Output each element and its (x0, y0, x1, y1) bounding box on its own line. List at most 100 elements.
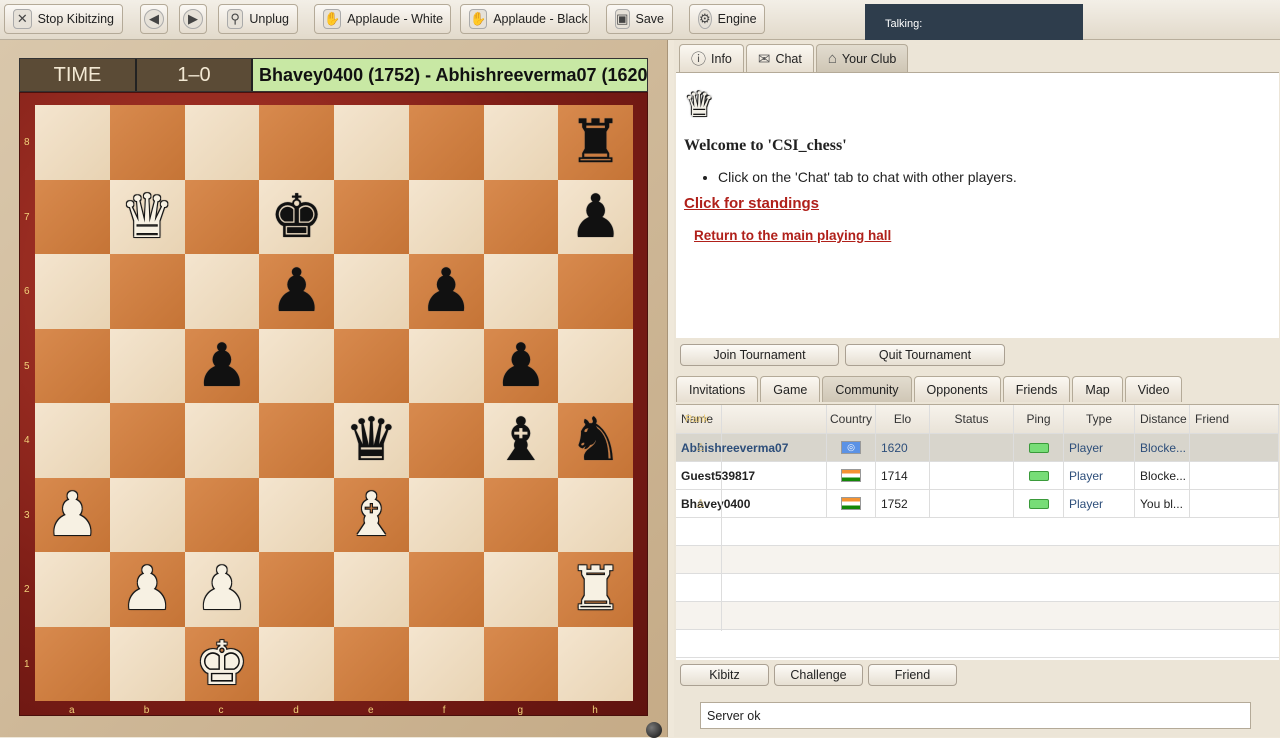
square-a3[interactable]: ♟ (35, 477, 110, 552)
square-f8[interactable] (408, 105, 484, 180)
tab-map[interactable]: Map (1072, 376, 1123, 402)
tab-opponents[interactable]: Opponents (913, 376, 1001, 402)
square-f3[interactable] (408, 477, 484, 552)
square-c7[interactable] (184, 179, 260, 254)
standings-link[interactable]: Click for standings (684, 195, 1271, 212)
square-g1[interactable] (483, 626, 559, 701)
square-b8[interactable] (109, 105, 185, 180)
tab-game[interactable]: Game (760, 376, 821, 402)
square-a7[interactable] (35, 179, 110, 254)
black-piece-h8[interactable]: ♜ (569, 112, 623, 172)
return-main-hall-link[interactable]: Return to the main playing hall (694, 228, 1271, 243)
square-a4[interactable] (35, 403, 110, 478)
col-type[interactable]: Type (1064, 405, 1135, 433)
square-d4[interactable] (259, 403, 334, 478)
square-b5[interactable] (109, 328, 185, 403)
save-button[interactable]: ▣ Save (606, 4, 673, 34)
black-piece-c5[interactable]: ♟ (195, 336, 249, 396)
square-e2[interactable] (334, 552, 409, 627)
applaude-white-button[interactable]: ✋ Applaude - White (314, 4, 451, 34)
square-d2[interactable] (259, 552, 334, 627)
table-row[interactable]: ♙ Abhishreeverma07 ◎ 1620 Player Blocke.… (676, 405, 1279, 575)
white-piece-a3[interactable]: ♟ (45, 485, 99, 545)
square-c8[interactable] (184, 105, 260, 180)
square-c6[interactable] (184, 254, 260, 329)
square-h6[interactable] (558, 254, 633, 329)
board-resize-knob[interactable] (646, 722, 662, 738)
square-e6[interactable] (334, 254, 409, 329)
square-f5[interactable] (408, 328, 484, 403)
black-piece-g5[interactable]: ♟ (494, 336, 548, 396)
tab-info[interactable]: ⓘ Info (679, 44, 744, 72)
friend-button[interactable]: Friend (868, 664, 957, 686)
square-c5[interactable]: ♟ (184, 328, 260, 403)
square-a8[interactable] (35, 105, 110, 180)
square-c2[interactable]: ♟ (184, 552, 260, 627)
forward-button[interactable]: ▶ (179, 4, 207, 34)
col-ping[interactable]: Ping (1014, 405, 1064, 433)
square-a5[interactable] (35, 328, 110, 403)
square-b3[interactable] (109, 477, 185, 552)
black-piece-d7[interactable]: ♚ (270, 187, 324, 247)
tab-your-club[interactable]: ⌂ Your Club (815, 44, 909, 72)
engine-button[interactable]: ⚙ Engine (689, 4, 765, 34)
square-e7[interactable] (334, 179, 409, 254)
square-d7[interactable]: ♚ (259, 179, 334, 254)
table-row[interactable]: Guest539817 1714 Player Blocke... (676, 405, 1279, 603)
col-elo[interactable]: Elo (876, 405, 930, 433)
square-d6[interactable]: ♟ (259, 254, 334, 329)
square-g4[interactable]: ♝ (483, 403, 559, 478)
square-a6[interactable] (35, 254, 110, 329)
square-c4[interactable] (184, 403, 260, 478)
stop-kibitzing-button[interactable]: ✕ Stop Kibitzing (4, 4, 123, 34)
square-g2[interactable] (483, 552, 559, 627)
black-piece-e4[interactable]: ♛ (344, 410, 398, 470)
square-h1[interactable] (558, 626, 633, 701)
chess-board[interactable]: ♜ ♛ ♚ ♟ ♟ ♟ ♟ ♟ ♛ ♝ ♞ ♟ ♝ ♟ ♟ ♜ ♚ (35, 105, 633, 701)
square-f4[interactable] (408, 403, 484, 478)
black-piece-h7[interactable]: ♟ (569, 187, 623, 247)
square-g5[interactable]: ♟ (483, 328, 559, 403)
back-button[interactable]: ◀ (140, 4, 168, 34)
square-g6[interactable] (483, 254, 559, 329)
applaude-black-button[interactable]: ✋ Applaude - Black (460, 4, 590, 34)
square-b4[interactable] (109, 403, 185, 478)
square-h8[interactable]: ♜ (558, 105, 633, 180)
square-h5[interactable] (558, 328, 633, 403)
square-h4[interactable]: ♞ (558, 403, 633, 478)
square-e5[interactable] (334, 328, 409, 403)
square-f6[interactable]: ♟ (408, 254, 484, 329)
square-f2[interactable] (408, 552, 484, 627)
square-e3[interactable]: ♝ (334, 477, 409, 552)
white-piece-h2[interactable]: ♜ (569, 559, 623, 619)
quit-tournament-button[interactable]: Quit Tournament (845, 344, 1005, 366)
col-status[interactable]: Status (930, 405, 1014, 433)
black-piece-d6[interactable]: ♟ (270, 261, 324, 321)
unplug-button[interactable]: ⚲ Unplug (218, 4, 298, 34)
square-f1[interactable] (408, 626, 484, 701)
col-friend[interactable]: Friend (1190, 405, 1279, 433)
square-b6[interactable] (109, 254, 185, 329)
square-f7[interactable] (408, 179, 484, 254)
tab-invitations[interactable]: Invitations (676, 376, 759, 402)
white-piece-c1[interactable]: ♚ (195, 634, 249, 694)
tab-friends[interactable]: Friends (1002, 376, 1071, 402)
white-piece-b7[interactable]: ♛ (120, 187, 174, 247)
square-b2[interactable]: ♟ (109, 552, 185, 627)
tab-community[interactable]: Community (822, 376, 912, 402)
square-g3[interactable] (483, 477, 559, 552)
black-piece-f6[interactable]: ♟ (419, 261, 473, 321)
square-d8[interactable] (259, 105, 334, 180)
square-h2[interactable]: ♜ (558, 552, 633, 627)
join-tournament-button[interactable]: Join Tournament (680, 344, 839, 366)
square-h3[interactable] (558, 477, 633, 552)
square-e8[interactable] (334, 105, 409, 180)
square-h7[interactable]: ♟ (558, 179, 633, 254)
black-piece-h4[interactable]: ♞ (569, 410, 623, 470)
square-c3[interactable] (184, 477, 260, 552)
square-e1[interactable] (334, 626, 409, 701)
tab-video[interactable]: Video (1124, 376, 1183, 402)
white-piece-e3[interactable]: ♝ (344, 485, 398, 545)
square-a1[interactable] (35, 626, 110, 701)
square-c1[interactable]: ♚ (184, 626, 260, 701)
